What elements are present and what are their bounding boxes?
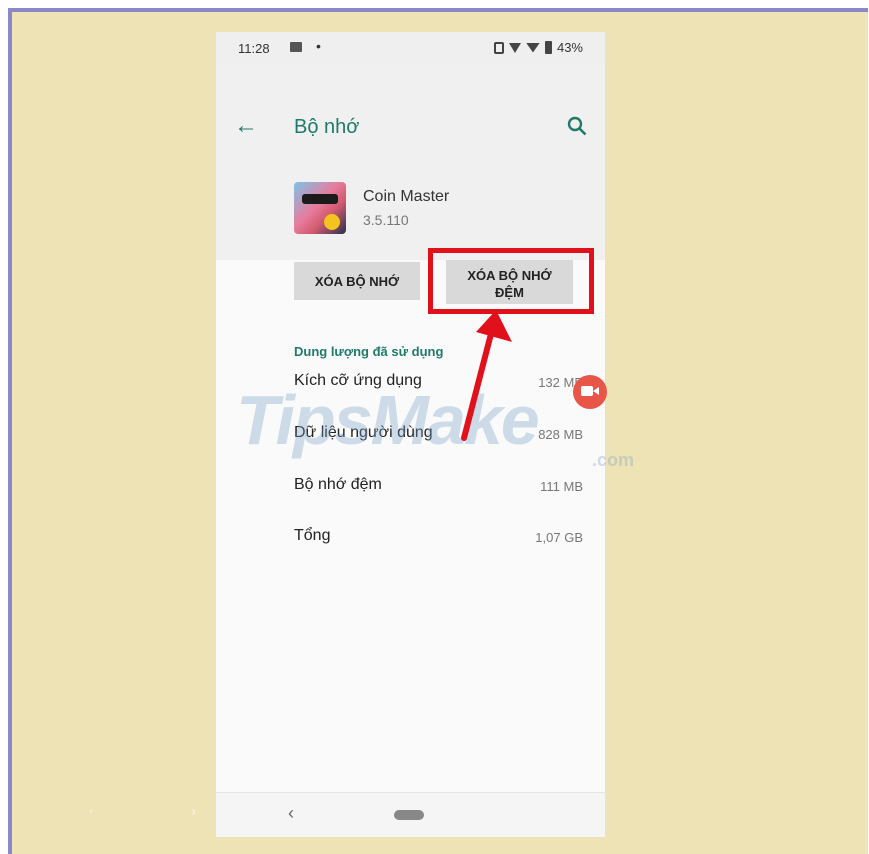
video-camera-icon: [581, 386, 593, 396]
clear-storage-button[interactable]: XÓA BỘ NHỚ: [294, 262, 420, 300]
vibrate-icon: [493, 41, 504, 54]
wifi-icon: [525, 42, 540, 53]
storage-row-value: 1,07 GB: [535, 530, 583, 545]
faint-mark-right: ᵡ: [192, 808, 196, 819]
app-header: ← Bộ nhớ Coin Master 3.5.110: [216, 64, 605, 260]
watermark-suffix: .com: [592, 450, 635, 470]
battery-icon: [544, 41, 552, 54]
storage-section-title: Dung lượng đã sử dụng: [294, 344, 444, 359]
app-name: Coin Master: [363, 188, 450, 205]
video-camera-lens-icon: [593, 387, 599, 395]
back-arrow-icon[interactable]: ←: [234, 112, 258, 140]
status-icons: 43%: [493, 40, 583, 55]
storage-row-label: Bộ nhớ đệm: [294, 476, 382, 493]
highlight-box: [428, 248, 594, 314]
faint-mark-left: ʳ: [90, 808, 93, 819]
image-notification-icon: [290, 42, 302, 52]
search-icon[interactable]: [567, 116, 587, 136]
red-arrow-icon: [461, 310, 512, 441]
signal-icon: [508, 42, 521, 53]
storage-row-value: 111 MB: [540, 479, 583, 494]
navigation-bar: ‹: [216, 792, 605, 837]
status-bar: 11:28 • 43%: [216, 32, 605, 64]
app-icon: [294, 182, 346, 234]
app-version: 3.5.110: [363, 212, 409, 228]
app-icon-coin: [324, 214, 340, 230]
screen-record-button[interactable]: [573, 375, 607, 409]
app-icon-mask: [302, 194, 338, 204]
page-title: Bộ nhớ: [294, 116, 360, 138]
nav-back-button[interactable]: ‹: [288, 803, 294, 824]
status-time: 11:28: [238, 41, 270, 56]
storage-row-value: 828 MB: [538, 427, 583, 442]
battery-percent: 43%: [556, 40, 583, 55]
nav-home-button[interactable]: [394, 810, 424, 820]
notification-dot: •: [316, 38, 321, 54]
storage-row-label: Tổng: [294, 527, 331, 544]
